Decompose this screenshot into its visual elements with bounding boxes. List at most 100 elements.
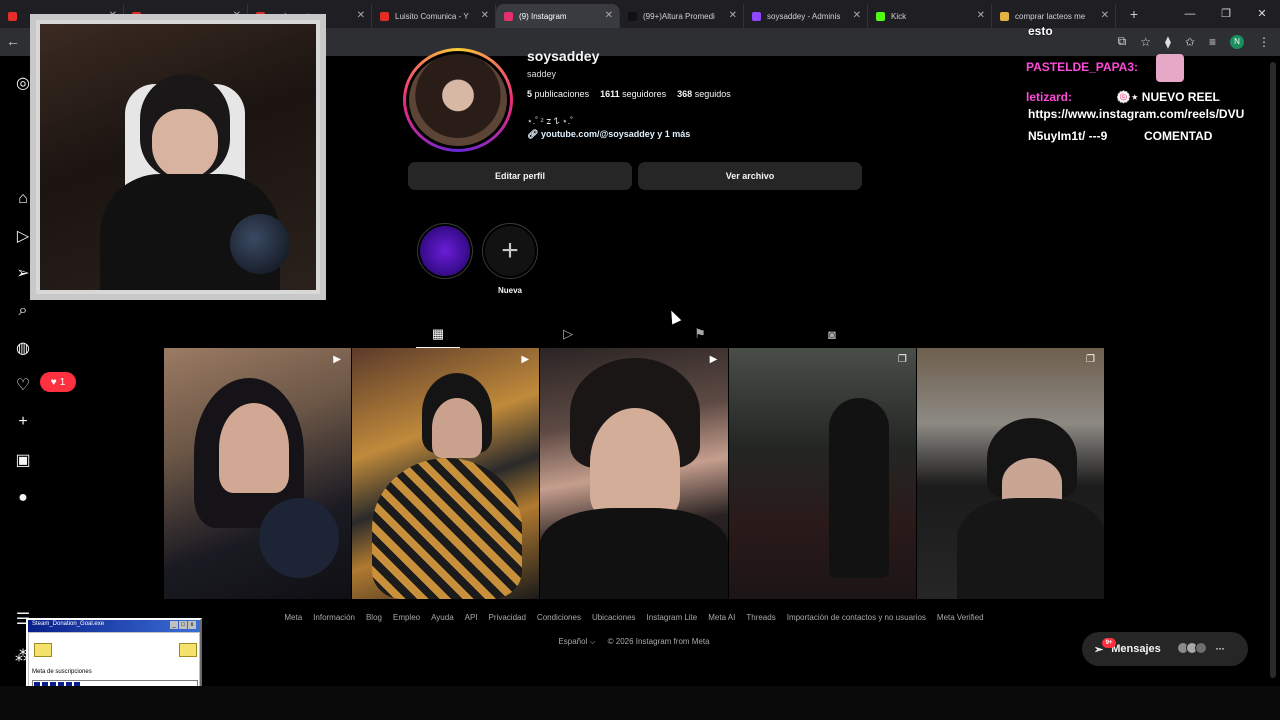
edit-profile-button[interactable]: Editar perfil (408, 162, 632, 190)
new-highlight-button[interactable]: + (482, 223, 538, 279)
tab-label: Luisito Comunica - Y (395, 11, 469, 21)
browser-tab[interactable]: comprar lacteos me ✕ (992, 4, 1116, 28)
post-thumbnail[interactable]: ❐ (728, 348, 916, 599)
cast-icon[interactable]: ⧉ (1118, 34, 1127, 49)
post-thumbnail[interactable]: ▶ (164, 348, 352, 599)
browser-tab[interactable]: (99+)Altura Promedi ✕ (620, 4, 744, 28)
browser-menu-icon[interactable]: ⋮ (1258, 35, 1270, 49)
link-icon: 🔗︎ (527, 129, 541, 139)
close-window-icon[interactable]: ✕ (1244, 0, 1280, 28)
tab-label: Kick (891, 11, 907, 21)
messages-badge: 9+ (1102, 638, 1116, 648)
footer-link[interactable]: Meta AI (708, 613, 735, 622)
footer-meta: Español ⌵ © 2026 Instagram from Meta (164, 637, 1104, 647)
browser-tab[interactable]: Luisito Comunica - Y ✕ (372, 4, 496, 28)
profile-stats: 5 publicaciones 1611 seguidores 368 segu… (527, 89, 731, 99)
webcam-overlay (30, 14, 326, 300)
minimize-icon[interactable]: — (1172, 0, 1208, 28)
chat-text: https://www.instagram.com/reels/DVU (1028, 107, 1245, 121)
chat-emote (1156, 54, 1184, 82)
language-select[interactable]: Español ⌵ (558, 637, 595, 647)
search-icon[interactable]: ⌕ (13, 301, 33, 321)
tab-close-icon[interactable]: ✕ (977, 10, 985, 21)
tab-label: comprar lacteos me (1015, 11, 1086, 21)
tab-favicon-icon (1000, 11, 1009, 21)
notification-count: 1 (59, 376, 66, 388)
browser-tab[interactable]: Kick ✕ (868, 4, 992, 28)
posts-grid-tab[interactable]: ▦ (416, 320, 460, 348)
media-icon[interactable]: ≡ (1209, 35, 1216, 49)
tab-close-icon[interactable]: ✕ (729, 10, 737, 21)
dashboard-icon[interactable]: ▣ (13, 450, 33, 470)
post-thumbnail[interactable]: ▶ (352, 348, 540, 599)
footer-link[interactable]: Meta Verified (937, 613, 984, 622)
bookmarks-icon[interactable]: ✩ (1185, 35, 1195, 49)
tab-close-icon[interactable]: ✕ (481, 10, 489, 21)
explore-icon[interactable]: ◍ (13, 338, 33, 358)
extensions-icon[interactable]: ⧫ (1165, 35, 1171, 49)
followers-stat[interactable]: 1611 seguidores (600, 89, 666, 99)
bookmark-star-icon[interactable]: ☆ (1140, 35, 1151, 49)
page-scrollbar[interactable] (1270, 62, 1276, 678)
footer-link[interactable]: Instagram Lite (647, 613, 698, 622)
tab-close-icon[interactable]: ✕ (1101, 10, 1109, 21)
tab-label: soysaddey - Adminis (767, 11, 841, 21)
footer-link[interactable]: Threads (746, 613, 775, 622)
tagged-tab[interactable]: ◙ (810, 320, 854, 348)
notification-badge[interactable]: ♥ 1 (40, 372, 76, 392)
tab-favicon-icon (876, 11, 885, 21)
create-icon[interactable]: + (13, 412, 33, 432)
plus-icon: + (485, 226, 535, 276)
profile-link[interactable]: 🔗︎ youtube.com/@soysaddey y 1 más (527, 129, 690, 140)
footer-links: Meta Información Blog Empleo Ayuda API Privaci… (164, 613, 1104, 622)
post-thumbnail[interactable]: ▶ (540, 348, 728, 599)
post-thumbnail[interactable]: ❐ (916, 348, 1105, 599)
folder-icon (34, 643, 52, 657)
tab-favicon-icon (8, 11, 17, 21)
following-stat[interactable]: 368 seguidos (677, 89, 731, 99)
chat-line: esto (1028, 24, 1053, 38)
story-highlight[interactable] (417, 223, 473, 279)
profile-username: soysaddey (527, 48, 600, 64)
saved-tab[interactable]: ⚑ (678, 320, 722, 348)
footer-link[interactable]: API (465, 613, 478, 622)
heart-icon[interactable]: ♡ (13, 375, 33, 395)
footer-link[interactable]: Importación de contactos y no usuarios (787, 613, 926, 622)
footer-link[interactable]: Meta (284, 613, 302, 622)
profile-story-ring[interactable] (403, 48, 513, 152)
tab-close-icon[interactable]: ✕ (357, 10, 365, 21)
maximize-icon[interactable]: ❐ (1208, 0, 1244, 28)
footer-link[interactable]: Condiciones (537, 613, 581, 622)
browser-tab[interactable]: soysaddey - Adminis ✕ (744, 4, 868, 28)
new-tab-button[interactable]: + (1122, 6, 1146, 22)
profile-tabs: ▦ ▷ ⚑ ◙ (372, 320, 900, 348)
reel-indicator-icon: ▶ (709, 354, 718, 365)
back-arrow-icon[interactable]: ← (6, 33, 20, 49)
browser-profile-avatar[interactable]: N (1230, 34, 1244, 49)
footer-link[interactable]: Privacidad (489, 613, 526, 622)
tab-close-icon[interactable]: ✕ (605, 10, 613, 21)
folder-icon (179, 643, 197, 657)
footer-link[interactable]: Ayuda (431, 613, 454, 622)
new-highlight-label: Nueva (497, 286, 522, 295)
browser-tab[interactable]: (9) Instagram ✕ (496, 4, 620, 28)
widget-title: Steam_Donation_Goal.exe (32, 621, 105, 627)
tab-close-icon[interactable]: ✕ (853, 10, 861, 21)
profile-avatar-icon[interactable]: ● (13, 488, 33, 508)
footer-link[interactable]: Información (313, 613, 355, 622)
message-avatars (1176, 641, 1207, 657)
footer-link[interactable]: Empleo (393, 613, 420, 622)
chat-text: N5uyIm1t/ ---9 (1028, 129, 1108, 143)
footer-link[interactable]: Blog (366, 613, 382, 622)
browser-toolbar: ⧉ ☆ ⧫ ✩ ≡ N ⋮ (1118, 34, 1270, 49)
carousel-indicator-icon: ❐ (1086, 354, 1095, 365)
taskbar-area (0, 686, 1280, 720)
posts-stat[interactable]: 5 publicaciones (527, 89, 589, 99)
footer-link[interactable]: Ubicaciones (592, 613, 636, 622)
messages-label: Mensajes (1111, 643, 1161, 655)
reels-tab[interactable]: ▷ (546, 320, 590, 348)
reel-indicator-icon: ▶ (333, 354, 341, 365)
tab-favicon-icon (628, 11, 637, 21)
messages-button[interactable]: ➣ 9+ Mensajes ··· (1082, 632, 1248, 666)
view-archive-button[interactable]: Ver archivo (638, 162, 862, 190)
